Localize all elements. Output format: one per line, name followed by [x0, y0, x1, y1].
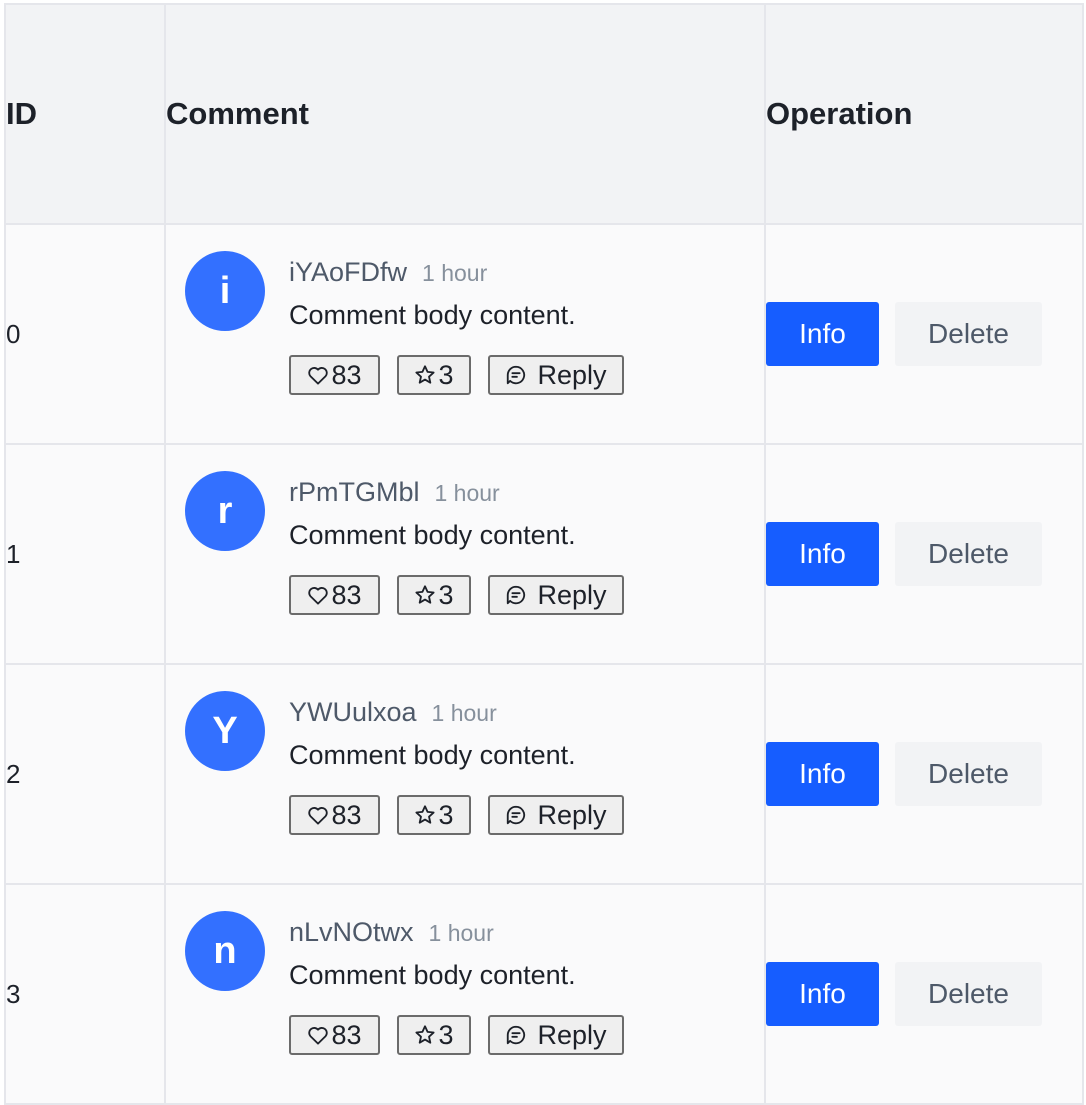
operation-cell: Info Delete — [764, 883, 1084, 1105]
avatar: i — [185, 251, 265, 331]
heart-icon — [307, 365, 329, 385]
comment-meta: rPmTGMbl 1 hour — [289, 477, 500, 508]
avatar: n — [185, 911, 265, 991]
reply-label: Reply — [537, 359, 607, 390]
avatar: Y — [185, 691, 265, 771]
comment-meta: YWUulxoa 1 hour — [289, 697, 497, 728]
comment: n nLvNOtwx 1 hour Comment body content. … — [166, 885, 764, 1103]
reply-label: Reply — [537, 579, 607, 610]
star-count: 3 — [438, 579, 454, 610]
comment-actions: 83 3 Reply — [289, 1015, 624, 1055]
comment-body: Comment body content. — [289, 300, 576, 330]
row-id: 3 — [4, 883, 166, 1105]
like-count: 83 — [331, 359, 362, 390]
delete-button[interactable]: Delete — [895, 302, 1042, 366]
comment-actions: 83 3 Reply — [289, 575, 624, 615]
star-button[interactable]: 3 — [397, 1015, 471, 1055]
like-count: 83 — [331, 579, 362, 610]
comment-time: 1 hour — [431, 700, 497, 726]
table-row: 1 r rPmTGMbl 1 hour Comment body content… — [4, 443, 1084, 665]
reply-button[interactable]: Reply — [488, 795, 624, 835]
reply-label: Reply — [537, 799, 607, 830]
operation-cell: Info Delete — [764, 663, 1084, 885]
star-button[interactable]: 3 — [397, 575, 471, 615]
heart-icon — [307, 585, 329, 605]
comment-time: 1 hour — [428, 920, 494, 946]
operation-cell: Info Delete — [764, 223, 1084, 445]
comment-author: nLvNOtwx — [289, 917, 414, 947]
comment-cell: i iYAoFDfw 1 hour Comment body content. … — [164, 223, 766, 445]
message-icon — [505, 1024, 527, 1046]
like-button[interactable]: 83 — [289, 575, 380, 615]
reply-button[interactable]: Reply — [488, 575, 624, 615]
star-icon — [414, 364, 436, 386]
delete-button[interactable]: Delete — [895, 742, 1042, 806]
heart-icon — [307, 805, 329, 825]
delete-button[interactable]: Delete — [895, 522, 1042, 586]
row-id: 0 — [4, 223, 166, 445]
star-icon — [414, 804, 436, 826]
comment-meta: iYAoFDfw 1 hour — [289, 257, 487, 288]
comment-author: iYAoFDfw — [289, 257, 408, 287]
comment-time: 1 hour — [422, 260, 488, 286]
like-count: 83 — [331, 799, 362, 830]
delete-button[interactable]: Delete — [895, 962, 1042, 1026]
reply-label: Reply — [537, 1019, 607, 1050]
reply-button[interactable]: Reply — [488, 1015, 624, 1055]
comment-body: Comment body content. — [289, 520, 576, 550]
comment: r rPmTGMbl 1 hour Comment body content. … — [166, 445, 764, 663]
comment-cell: n nLvNOtwx 1 hour Comment body content. … — [164, 883, 766, 1105]
comment-cell: Y YWUulxoa 1 hour Comment body content. … — [164, 663, 766, 885]
comment-body: Comment body content. — [289, 960, 576, 990]
table-row: 0 i iYAoFDfw 1 hour Comment body content… — [4, 223, 1084, 445]
star-count: 3 — [438, 799, 454, 830]
info-button[interactable]: Info — [766, 962, 879, 1026]
comment: i iYAoFDfw 1 hour Comment body content. … — [166, 225, 764, 443]
comment-actions: 83 3 Reply — [289, 355, 624, 395]
header-id: ID — [4, 3, 166, 225]
star-count: 3 — [438, 359, 454, 390]
message-icon — [505, 804, 527, 826]
message-icon — [505, 584, 527, 606]
heart-icon — [307, 1025, 329, 1045]
table-row: 3 n nLvNOtwx 1 hour Comment body content… — [4, 883, 1084, 1105]
info-button[interactable]: Info — [766, 742, 879, 806]
like-button[interactable]: 83 — [289, 355, 380, 395]
like-button[interactable]: 83 — [289, 1015, 380, 1055]
star-icon — [414, 584, 436, 606]
comment: Y YWUulxoa 1 hour Comment body content. … — [166, 665, 764, 883]
comment-actions: 83 3 Reply — [289, 795, 624, 835]
like-button[interactable]: 83 — [289, 795, 380, 835]
comment-author: YWUulxoa — [289, 697, 417, 727]
like-count: 83 — [331, 1019, 362, 1050]
comments-table: ID Comment Operation 0 i iYAoFDfw 1 hour… — [4, 3, 1084, 1105]
table-row: 2 Y YWUulxoa 1 hour Comment body content… — [4, 663, 1084, 885]
star-button[interactable]: 3 — [397, 355, 471, 395]
comment-body: Comment body content. — [289, 740, 576, 770]
header-comment: Comment — [164, 3, 766, 225]
comment-cell: r rPmTGMbl 1 hour Comment body content. … — [164, 443, 766, 665]
star-icon — [414, 1024, 436, 1046]
header-operation: Operation — [764, 3, 1084, 225]
operation-cell: Info Delete — [764, 443, 1084, 665]
avatar: r — [185, 471, 265, 551]
comment-author: rPmTGMbl — [289, 477, 420, 507]
info-button[interactable]: Info — [766, 302, 879, 366]
comment-meta: nLvNOtwx 1 hour — [289, 917, 494, 948]
comment-time: 1 hour — [434, 480, 500, 506]
reply-button[interactable]: Reply — [488, 355, 624, 395]
row-id: 2 — [4, 663, 166, 885]
message-icon — [505, 364, 527, 386]
row-id: 1 — [4, 443, 166, 665]
star-button[interactable]: 3 — [397, 795, 471, 835]
star-count: 3 — [438, 1019, 454, 1050]
info-button[interactable]: Info — [766, 522, 879, 586]
table-header-row: ID Comment Operation — [4, 3, 1084, 225]
